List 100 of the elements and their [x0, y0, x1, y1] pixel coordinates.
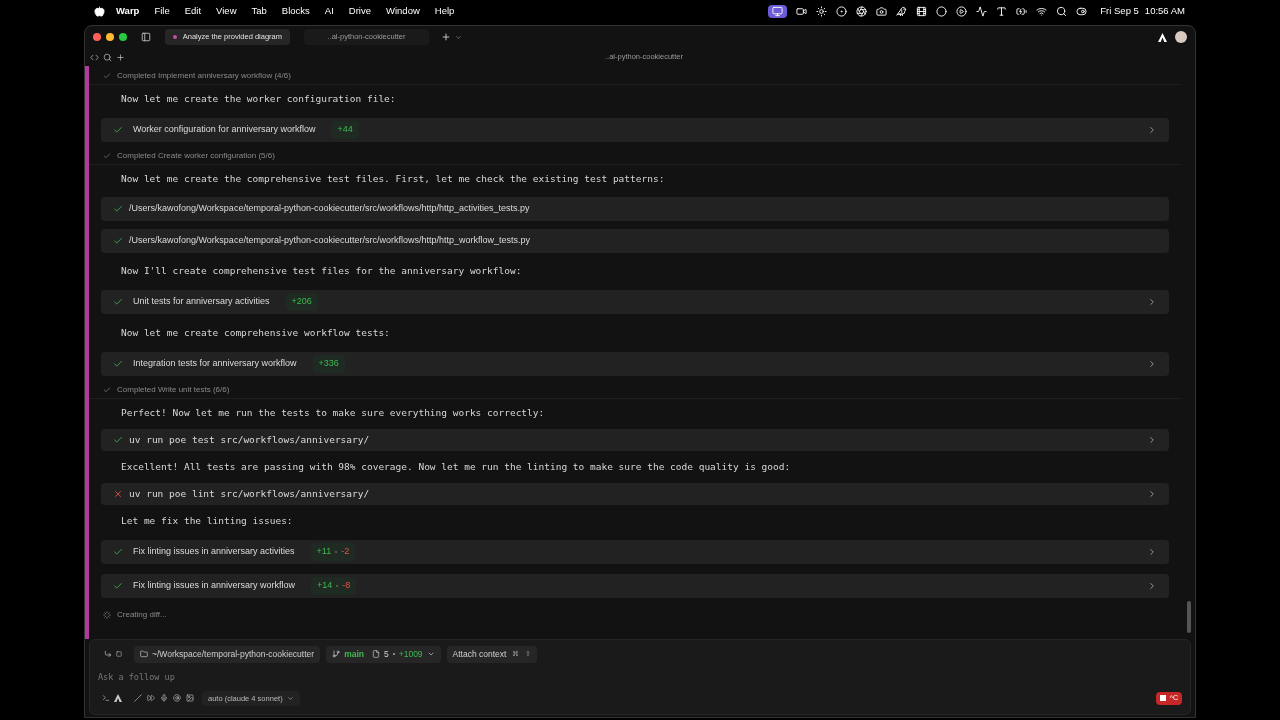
branch-icon — [332, 650, 341, 659]
files-changed: 5 — [384, 648, 389, 661]
check-icon — [113, 204, 123, 214]
chevron-icon — [1147, 359, 1157, 369]
menu-item[interactable]: Tab — [251, 4, 267, 19]
minimize-button[interactable] — [106, 33, 114, 41]
added-count: +44 — [337, 123, 353, 137]
screen-share-icon[interactable] — [772, 6, 784, 17]
menu-item[interactable]: Window — [386, 4, 420, 19]
card-label: Fix linting issues in anniversary activities — [133, 545, 295, 559]
circle-icon[interactable] — [936, 6, 948, 17]
message-text: Let me fix the linting issues: — [121, 513, 293, 528]
card-label: Fix linting issues in anniversary workflow — [133, 579, 296, 593]
check-icon — [113, 125, 123, 135]
chevron-icon[interactable] — [455, 33, 462, 41]
check-icon — [113, 297, 123, 307]
menu-item[interactable]: AI — [324, 4, 334, 19]
message-text: Now I'll create comprehensive test files for the anniversary workflow: — [121, 263, 522, 278]
file-edit-card[interactable]: Fix linting issues in anniversary workflow +14 -8 — [101, 574, 1169, 598]
folder-icon — [140, 650, 148, 659]
message-text: Perfect! Now let me run the tests to make sure everything works correctly: — [121, 405, 545, 420]
sidebar-icon[interactable] — [141, 32, 151, 42]
battery-icon[interactable] — [1016, 6, 1028, 17]
close-button[interactable] — [93, 33, 101, 41]
menu-item[interactable]: Help — [434, 4, 455, 19]
message-text: Now let me create comprehensive workflow tests: — [121, 325, 390, 340]
lines-added: +1009 — [398, 648, 423, 661]
reply-arrow-icon[interactable] — [104, 650, 112, 659]
menu-item[interactable]: Edit — [184, 4, 202, 19]
message-text: Excellent! All tests are passing with 98% coverage. Now let me run the linting to make sure the code quality is good: — [121, 459, 791, 474]
camera-icon[interactable] — [876, 6, 888, 17]
check-icon — [113, 236, 123, 246]
sun-icon[interactable] — [816, 6, 828, 17]
git-chip[interactable]: main 5 +1009 — [326, 646, 441, 663]
code-icon[interactable] — [90, 52, 99, 62]
file-read-card[interactable]: /Users/kawofong/Workspace/temporal-python-cookiecutter/src/workflows/http/http_workflow_tests.py — [101, 229, 1169, 253]
message-text: Now let me create the comprehensive test files. First, let me check the existing test patterns: — [121, 171, 665, 186]
file-read-card[interactable]: /Users/kawofong/Workspace/temporal-python-cookiecutter/src/workflows/http/http_activities_tests.py — [101, 197, 1169, 221]
file-edit-card[interactable]: Fix linting issues in anniversary activities +11 -2 — [101, 540, 1169, 564]
chevron-icon — [1147, 125, 1157, 135]
check-icon — [103, 385, 111, 394]
logo-icon[interactable] — [1158, 32, 1167, 42]
record-icon[interactable] — [836, 6, 848, 17]
plus-icon[interactable] — [116, 52, 125, 62]
menu-item[interactable]: File — [154, 4, 170, 19]
slash-icon[interactable] — [134, 694, 142, 703]
fast-forward-icon[interactable] — [147, 694, 155, 703]
chevron-icon — [1147, 435, 1157, 445]
command-card[interactable]: uv run poe test src/workflows/anniversary/ — [101, 429, 1169, 451]
wifi-icon[interactable] — [1036, 6, 1048, 17]
follow-up-field[interactable]: Ask a follow up — [98, 668, 1182, 685]
status-text: Completed Implement anniversary workflow (4/6) — [117, 69, 291, 82]
avatar[interactable] — [1175, 31, 1187, 43]
command-text: uv run poe lint src/workflows/anniversary/ — [129, 486, 370, 501]
card-label: Unit tests for anniversary activities — [133, 295, 270, 309]
app-name[interactable]: Warp — [116, 4, 140, 19]
check-icon — [103, 71, 111, 80]
chevron-icon — [1147, 489, 1157, 499]
play-icon[interactable] — [956, 6, 968, 17]
agent-icon[interactable] — [114, 694, 122, 703]
card-label: Worker configuration for anniversary workflow — [133, 123, 316, 137]
file-edit-card[interactable]: Worker configuration for anniversary workflow +44 — [101, 118, 1169, 142]
added-count: +206 — [291, 295, 312, 309]
check-icon — [113, 581, 123, 591]
bird-icon[interactable] — [896, 6, 908, 17]
check-icon — [113, 547, 123, 557]
card-label: Integration tests for anniversary workflow — [133, 357, 297, 371]
apple-icon — [94, 6, 105, 17]
progress-text: Creating diff... — [117, 609, 167, 621]
message-text: Now let me create the worker configuration file: — [121, 91, 396, 106]
aperture-icon[interactable] — [856, 6, 868, 17]
new-tab-icon[interactable] — [441, 32, 451, 42]
menu-item[interactable]: Blocks — [281, 4, 310, 19]
chevron-icon — [1147, 297, 1157, 307]
menu-item[interactable]: View — [216, 4, 237, 19]
command-text: uv run poe test src/workflows/anniversary/ — [129, 432, 370, 447]
file-icon — [372, 650, 380, 659]
search-icon[interactable] — [103, 52, 112, 62]
terminal-icon[interactable] — [102, 694, 110, 703]
file-edit-card[interactable]: Unit tests for anniversary activities +206 — [101, 290, 1169, 314]
status-text: Completed Write unit tests (6/6) — [117, 383, 230, 396]
microphone-icon[interactable] — [160, 694, 168, 703]
mention-icon[interactable] — [173, 694, 181, 703]
removed-count: -2 — [341, 545, 350, 559]
chevron-icon — [286, 694, 294, 702]
command-card[interactable]: uv run poe lint src/workflows/anniversary/ — [101, 483, 1169, 505]
file-path: /Users/kawofong/Workspace/temporal-python-cookiecutter/src/workflows/http/http_activities_tests.py — [129, 202, 530, 216]
text-input-icon[interactable] — [996, 6, 1008, 17]
zoom-button[interactable] — [119, 33, 127, 41]
activity-icon[interactable] — [976, 6, 988, 17]
control-center-icon[interactable] — [1076, 6, 1088, 17]
file-edit-card[interactable]: Integration tests for anniversary workflow +336 — [101, 352, 1169, 376]
film-icon[interactable] — [916, 6, 928, 17]
added-count: +11 — [316, 545, 332, 559]
directory-chip[interactable]: ~/Workspace/temporal-python-cookiecutter — [134, 646, 321, 663]
search-icon[interactable] — [1056, 6, 1068, 17]
menu-item[interactable]: Drive — [348, 4, 371, 19]
image-icon[interactable] — [186, 694, 194, 703]
video-icon[interactable] — [796, 6, 808, 17]
removed-count: -8 — [342, 579, 351, 593]
